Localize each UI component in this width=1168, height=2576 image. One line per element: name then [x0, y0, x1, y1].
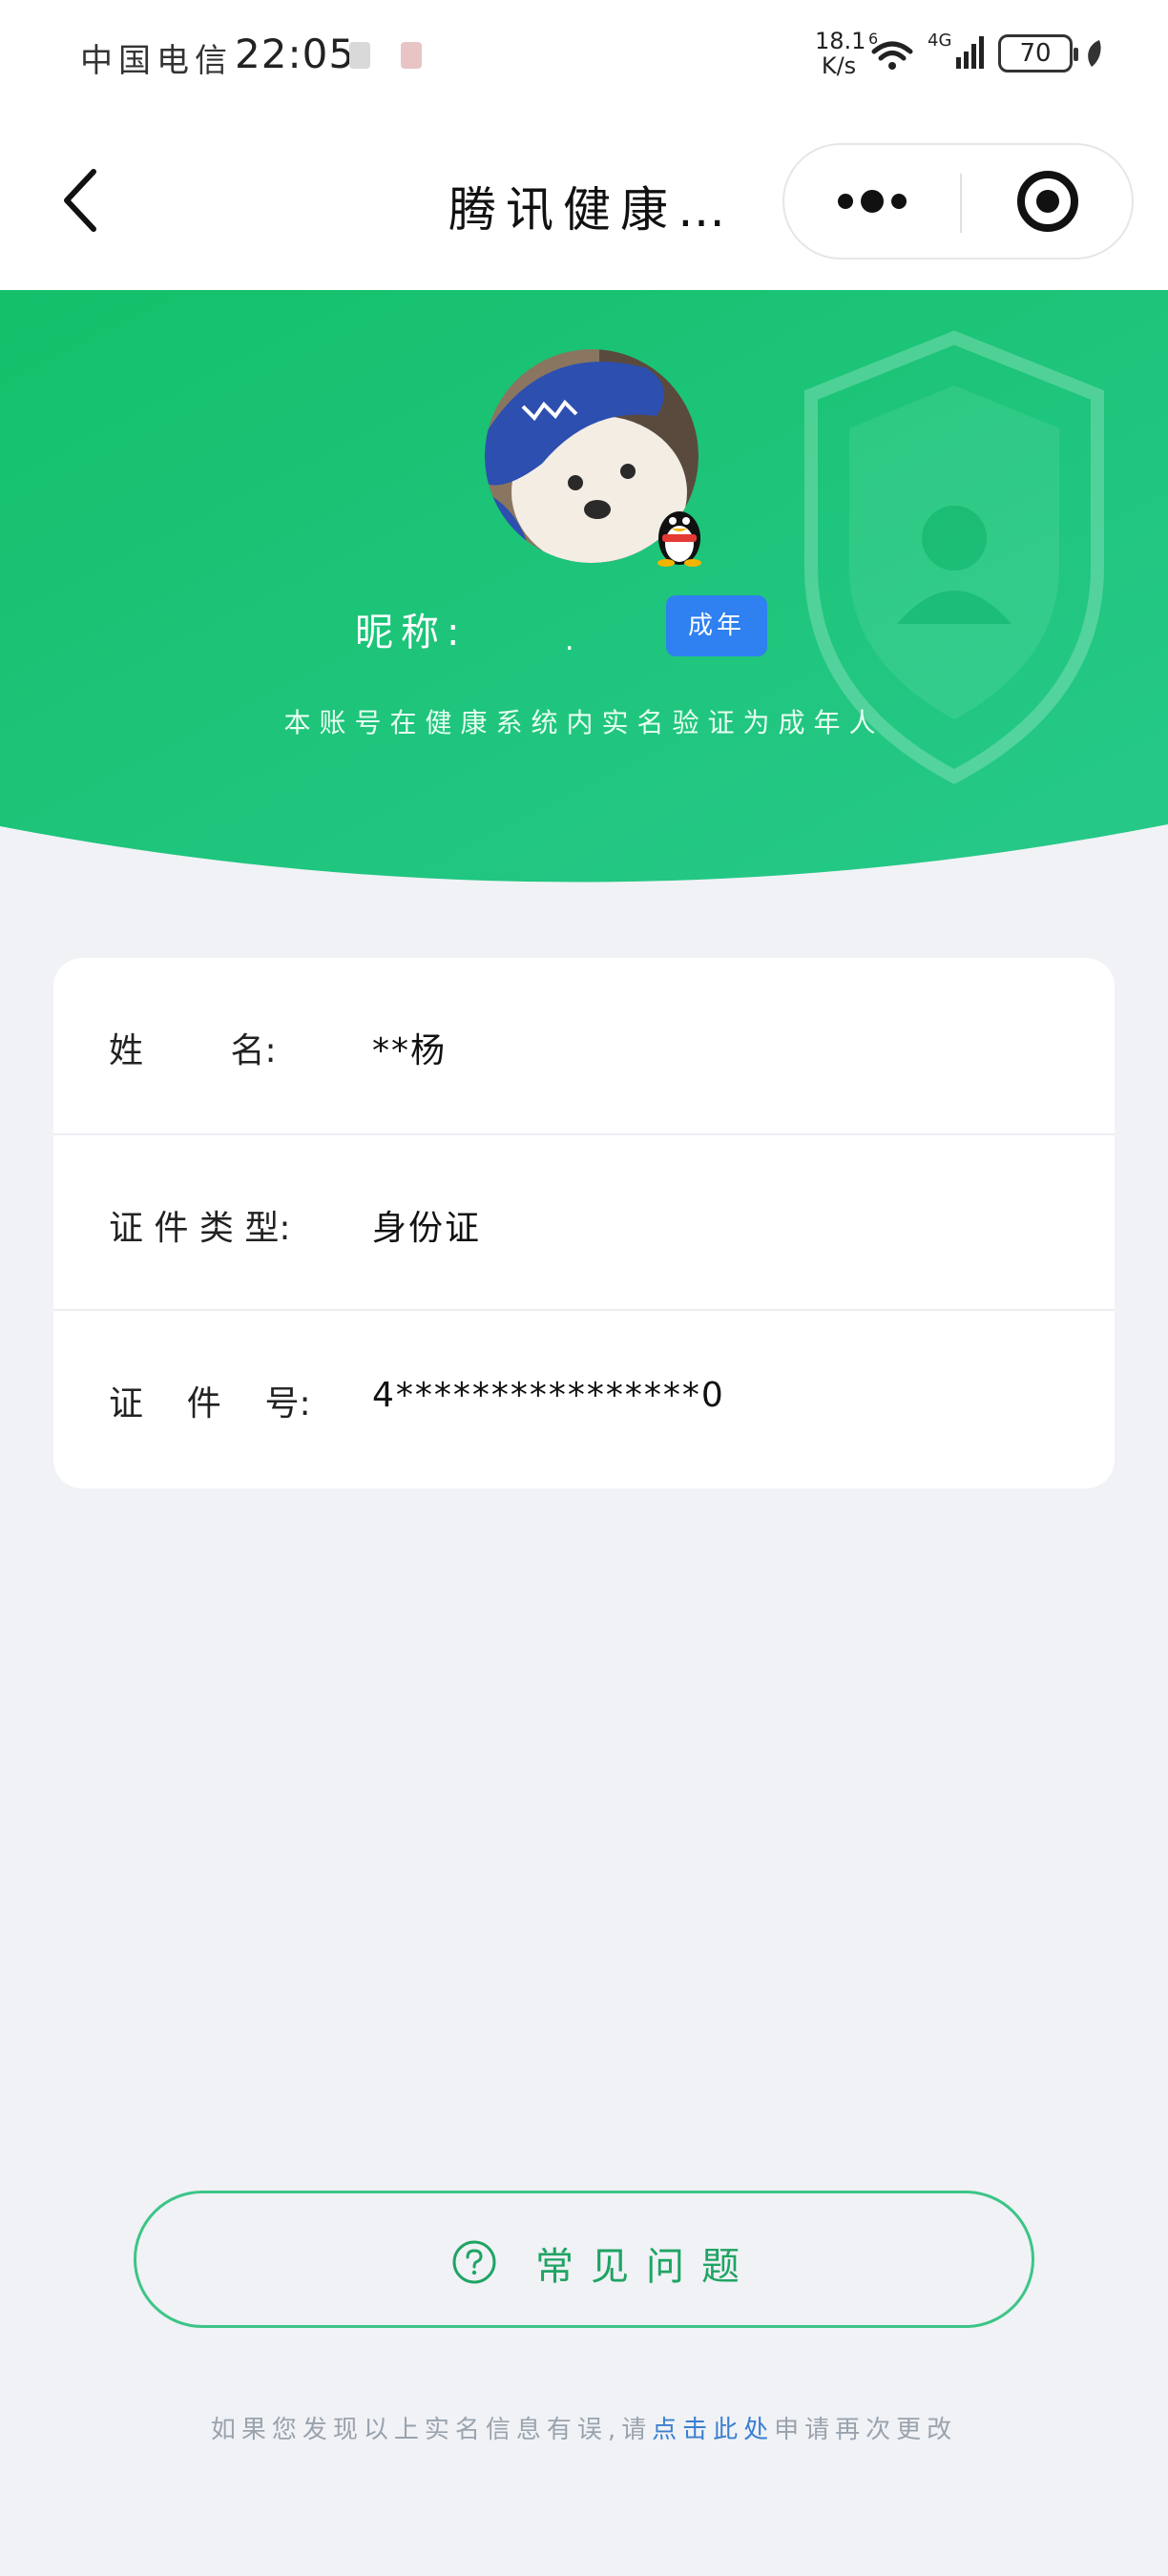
info-row-id-number: 证 件 号: 4****************0 — [53, 1309, 1115, 1485]
age-badge: 成年 — [666, 595, 767, 656]
id-number-label: 证 件 号: — [109, 1384, 311, 1423]
mini-program-capsule — [782, 143, 1134, 260]
notification-icon — [349, 42, 370, 69]
network-speed: 18.1 K/s — [815, 28, 866, 79]
faq-label: 常见问题 — [535, 2245, 757, 2289]
carrier-name: 中国电信 — [80, 42, 233, 80]
correction-footer: 如果您发现以上实名信息有误,请点击此处申请再次更改 — [0, 2410, 1168, 2445]
verified-note: 本账号在健康系统内实名验证为成年人 — [283, 707, 885, 738]
status-time: 22:05 — [235, 31, 356, 77]
question-circle-icon — [452, 2240, 496, 2284]
real-name-info-card: 姓 名: **杨 证 件 类 型: 身份证 证 件 号: 4**********… — [53, 958, 1115, 1488]
id-number-value: 4****************0 — [372, 1376, 725, 1415]
page-title: 腾讯健康… — [448, 182, 735, 238]
more-dots-icon[interactable] — [784, 145, 960, 258]
signal-icon: 4G — [928, 31, 984, 69]
footer-suffix: 申请再次更改 — [774, 2416, 958, 2444]
id-type-label: 证 件 类 型: — [109, 1209, 291, 1248]
faq-button[interactable]: 常见问题 — [134, 2191, 1034, 2328]
name-value: **杨 — [372, 1031, 448, 1070]
close-target-icon[interactable] — [962, 145, 1134, 258]
nickname-value: . — [565, 624, 574, 657]
network-speed-value: 18.1 — [815, 28, 866, 54]
shield-icon — [804, 330, 1104, 784]
correction-link[interactable]: 点击此处 — [652, 2416, 774, 2444]
back-arrow-icon[interactable] — [48, 162, 115, 239]
info-row-name: 姓 名: **杨 — [53, 958, 1115, 1133]
cellular-label: 4G — [928, 31, 951, 51]
notification-icon — [401, 42, 422, 69]
name-label: 姓 名: — [109, 1031, 277, 1070]
battery-indicator: 70 — [998, 34, 1078, 73]
wifi-icon: 6 — [868, 31, 913, 70]
leaf-icon — [1088, 40, 1101, 67]
network-speed-unit: K/s — [821, 52, 857, 79]
info-row-id-type: 证 件 类 型: 身份证 — [53, 1133, 1115, 1309]
qq-penguin-icon — [657, 511, 701, 567]
id-type-value: 身份证 — [372, 1209, 482, 1248]
status-bar: 中国电信 22:05 18.1 K/s 6 4G 70 — [0, 0, 1168, 114]
nav-bar: 腾讯健康… — [0, 114, 1168, 290]
wifi-label: 6 — [868, 31, 878, 48]
battery-level: 70 — [1019, 39, 1052, 68]
profile-header: 昵称: . 成年 本账号在健康系统内实名验证为成年人 — [0, 290, 1168, 901]
nickname-label: 昵称: — [355, 611, 468, 654]
footer-prefix: 如果您发现以上实名信息有误,请 — [210, 2416, 653, 2444]
